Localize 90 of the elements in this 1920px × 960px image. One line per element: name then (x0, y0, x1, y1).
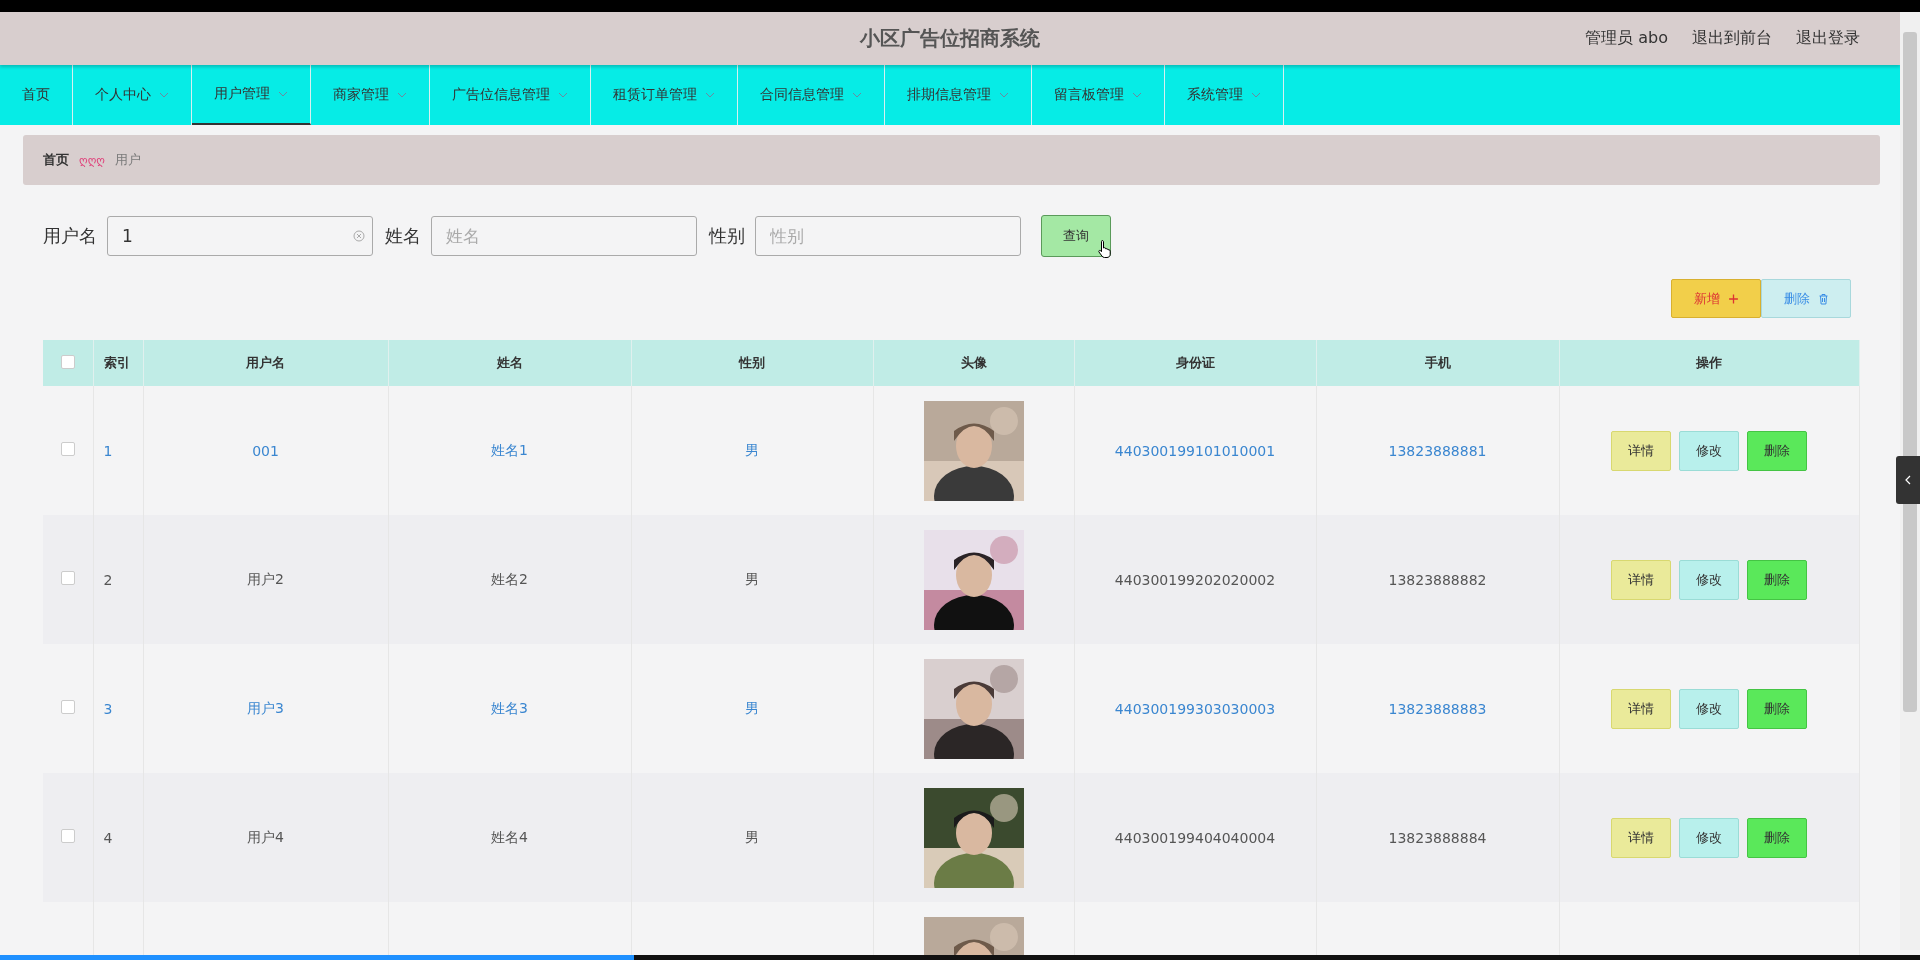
search-button[interactable]: 查询 (1041, 215, 1111, 257)
table-cell: 用户3 (247, 699, 284, 716)
column-header: 索引 (93, 340, 143, 386)
table-cell: 440300199101010001 (1114, 442, 1276, 459)
row-action-button[interactable]: 删除 (1747, 817, 1807, 858)
chevron-icon (558, 92, 568, 98)
table-cell: 姓名4 (491, 828, 528, 845)
row-checkbox[interactable] (60, 442, 75, 456)
chevron-icon (1132, 92, 1142, 98)
nav-tab[interactable]: 首页 (0, 65, 73, 125)
chevron-icon (1251, 92, 1261, 98)
row-checkbox[interactable] (60, 700, 75, 714)
row-action-button[interactable]: 详情 (1611, 559, 1671, 600)
table-cell: 姓名2 (491, 570, 528, 587)
scrollbar[interactable] (1900, 12, 1920, 950)
row-checkbox[interactable] (60, 571, 75, 585)
row-action-button[interactable]: 删除 (1747, 430, 1807, 471)
search-field[interactable]: 性别 (755, 216, 1021, 256)
row-action-button[interactable]: 详情 (1611, 430, 1671, 471)
nav-tab[interactable]: 租赁订单管理 (591, 65, 738, 125)
clear-icon[interactable] (353, 230, 365, 242)
search-field[interactable]: 姓名 (431, 216, 697, 256)
column-header: 头像 (873, 340, 1074, 386)
row-action-button[interactable]: 详情 (1611, 688, 1671, 729)
header-link[interactable]: 退出到前台 (1692, 28, 1772, 49)
header-link[interactable]: 退出登录 (1796, 28, 1860, 49)
chevron-icon (705, 92, 715, 98)
table-cell: 001 (252, 442, 279, 459)
table-cell: 男 (745, 828, 759, 845)
table-cell: 13823888883 (1388, 700, 1487, 717)
table-cell: 2 (103, 571, 113, 588)
table-cell: 1 (103, 442, 113, 459)
column-header: 姓名 (388, 340, 631, 386)
table-cell: 440300199303030003 (1114, 700, 1276, 717)
nav-tab[interactable]: 合同信息管理 (738, 65, 885, 125)
column-header: 性别 (631, 340, 873, 386)
row-action-button[interactable]: 修改 (1679, 817, 1739, 858)
table-cell: 男 (745, 441, 759, 458)
nav-tab[interactable]: 用户管理 (192, 65, 311, 125)
table-cell: 4 (103, 829, 113, 846)
field-label: 姓名 (385, 224, 421, 248)
table-cell: 13823888881 (1388, 442, 1487, 459)
row-action-button[interactable]: 详情 (1611, 817, 1671, 858)
field-label: 用户名 (43, 224, 97, 248)
table-cell: 3 (103, 700, 113, 717)
nav-tab[interactable]: 个人中心 (73, 65, 192, 125)
chevron-icon (999, 92, 1009, 98)
video-progress-bar[interactable] (0, 955, 1920, 960)
collapse-tab[interactable] (1896, 456, 1920, 504)
table-cell: 姓名3 (491, 699, 528, 716)
hand-cursor-icon (1097, 239, 1113, 259)
chevron-icon (852, 92, 862, 98)
breadcrumb-link[interactable]: 首页 (43, 151, 69, 169)
table-cell: 男 (745, 699, 759, 716)
column-header: 用户名 (143, 340, 388, 386)
chevron-icon (159, 92, 169, 98)
table-cell: 13823888884 (1388, 829, 1487, 846)
table-cell: 用户4 (247, 828, 284, 845)
row-action-button[interactable]: 修改 (1679, 559, 1739, 600)
breadcrumb-separator: ღღღ (79, 153, 105, 167)
table-cell: 用户2 (247, 570, 284, 587)
select-all-checkbox[interactable] (60, 354, 75, 369)
row-action-button[interactable]: 删除 (1747, 559, 1807, 600)
nav-tab[interactable]: 排期信息管理 (885, 65, 1032, 125)
nav-tab[interactable]: 商家管理 (311, 65, 430, 125)
chevron-icon (278, 91, 288, 97)
chevron-icon (397, 92, 407, 98)
search-field[interactable]: 1 (107, 216, 373, 256)
table-cell: 男 (745, 570, 759, 587)
plus-icon (1727, 292, 1739, 305)
trash-icon (1817, 292, 1829, 305)
nav-tab[interactable]: 系统管理 (1165, 65, 1284, 125)
column-header: 操作 (1559, 340, 1859, 386)
row-action-button[interactable]: 删除 (1747, 688, 1807, 729)
row-checkbox[interactable] (60, 829, 75, 843)
breadcrumb-current: 用户 (114, 151, 141, 169)
nav-tab[interactable]: 留言板管理 (1032, 65, 1165, 125)
table-cell: 440300199404040004 (1114, 829, 1276, 846)
column-header: 身份证 (1074, 340, 1316, 386)
table-cell: 姓名1 (491, 441, 528, 458)
field-label: 性别 (709, 224, 745, 248)
table-cell: 13823888882 (1388, 571, 1487, 588)
chevron-left-icon (1905, 475, 1911, 485)
app-title: 小区广告位招商系统 (860, 25, 1040, 52)
row-action-button[interactable]: 修改 (1679, 688, 1739, 729)
user-label: 管理员 abo (1585, 28, 1668, 49)
table-cell: 440300199202020002 (1114, 571, 1276, 588)
row-action-button[interactable]: 修改 (1679, 430, 1739, 471)
column-header: 手机 (1316, 340, 1559, 386)
nav-tab[interactable]: 广告位信息管理 (430, 65, 591, 125)
